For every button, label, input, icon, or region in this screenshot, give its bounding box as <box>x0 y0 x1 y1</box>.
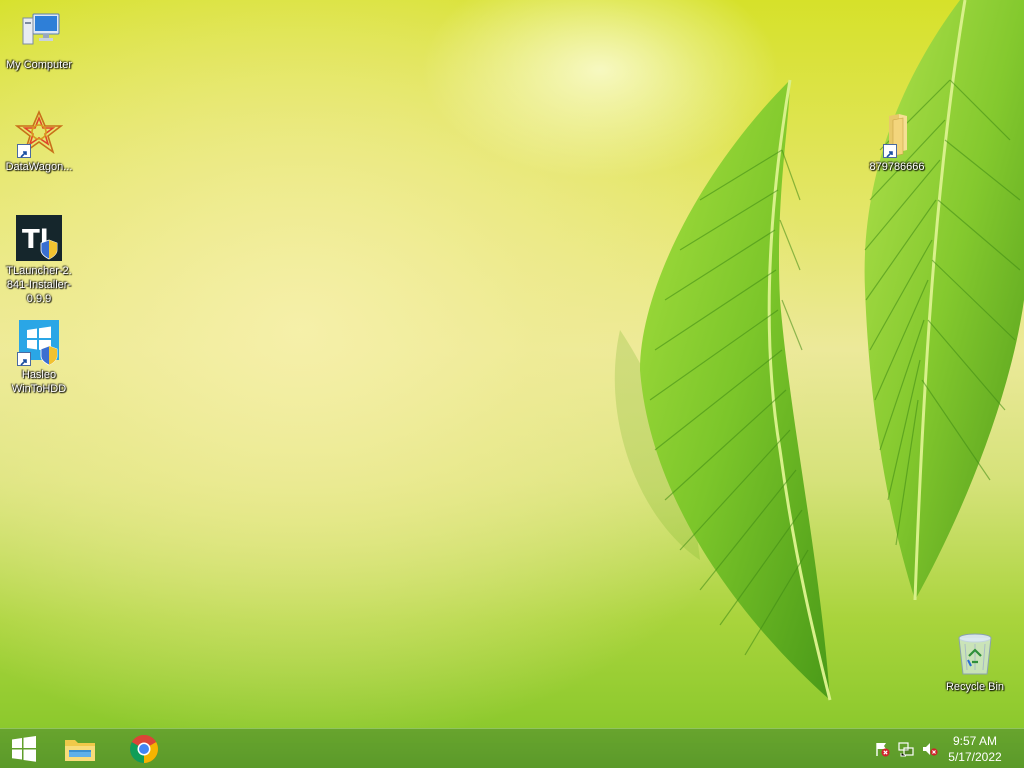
taskbar-chrome-button[interactable] <box>120 731 168 767</box>
clock-date: 5/17/2022 <box>948 750 1002 764</box>
desktop-icon-label-line-1: Hasleo <box>21 369 57 381</box>
desktop-icon-datawagon[interactable]: DataWagon... <box>0 109 78 174</box>
network-icon[interactable] <box>898 741 914 757</box>
desktop-icon-label-line-3: 0.9.9 <box>26 293 52 305</box>
file-explorer-icon <box>65 740 95 761</box>
taskbar-file-explorer-button[interactable] <box>56 731 104 767</box>
desktop-icon-recycle-bin[interactable]: Recycle Bin <box>936 630 1014 694</box>
volume-muted-icon[interactable] <box>922 741 938 757</box>
chrome-icon <box>130 735 158 763</box>
desktop-icon-label-line-2: 841-Installer- <box>6 279 72 291</box>
desktop-icon-label-line-1: TLauncher-2. <box>6 265 72 277</box>
wintohdd-icon <box>15 318 63 366</box>
datawagon-icon <box>14 109 64 158</box>
desktop-icon-label: 879786666 <box>869 161 925 173</box>
shortcut-arrow-icon <box>17 352 31 366</box>
desktop-icon-label: DataWagon... <box>5 161 73 173</box>
taskbar-clock[interactable]: 9:57 AM 5/17/2022 <box>940 733 1010 765</box>
desktop-icon-folder-879786666[interactable]: 879786666 <box>858 110 936 174</box>
desktop-background: My Computer DataWagon... Tl TLauncher-2.… <box>0 0 1024 728</box>
taskbar: 9:57 AM 5/17/2022 <box>0 728 1024 768</box>
desktop-icon-label: My Computer <box>5 59 73 71</box>
clock-time: 9:57 AM <box>952 734 998 748</box>
folder-icon <box>873 110 921 158</box>
windows-start-icon <box>12 736 36 762</box>
desktop-icon-my-computer[interactable]: My Computer <box>0 8 78 72</box>
desktop-icon-tlauncher[interactable]: Tl TLauncher-2. 841-Installer- 0.9.9 <box>0 214 78 306</box>
tlauncher-icon: Tl <box>15 214 63 262</box>
shortcut-arrow-icon <box>883 144 897 158</box>
computer-icon <box>15 8 63 56</box>
start-button[interactable] <box>0 731 48 767</box>
shortcut-arrow-icon <box>17 144 31 158</box>
desktop-icon-label: Recycle Bin <box>945 681 1005 693</box>
action-center-flag-icon[interactable] <box>874 741 890 757</box>
desktop-icon-wintohdd[interactable]: Hasleo WinToHDD <box>0 318 78 396</box>
recycle-bin-icon <box>951 630 999 678</box>
desktop-icon-label-line-2: WinToHDD <box>11 383 67 395</box>
